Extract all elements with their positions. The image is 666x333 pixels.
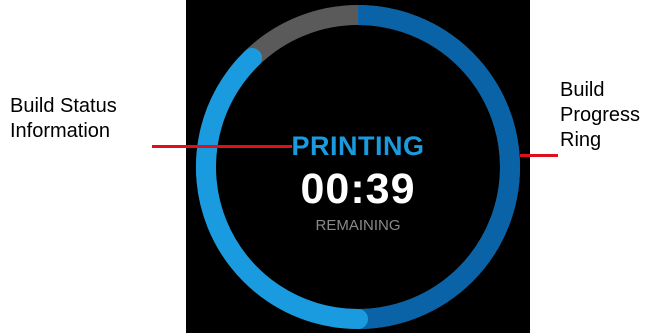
build-progress-ring-leader-line: [520, 154, 558, 157]
build-status-callout-label: Build Status Information: [10, 95, 117, 142]
remaining-label: REMAINING: [315, 217, 401, 234]
printer-display-screen: PRINTING 00:39 REMAINING: [186, 0, 530, 333]
build-status-leader-line: [152, 145, 292, 148]
build-progress-ring-callout-label: Build Progress Ring: [560, 79, 641, 151]
time-remaining-value: 00:39: [300, 165, 416, 213]
